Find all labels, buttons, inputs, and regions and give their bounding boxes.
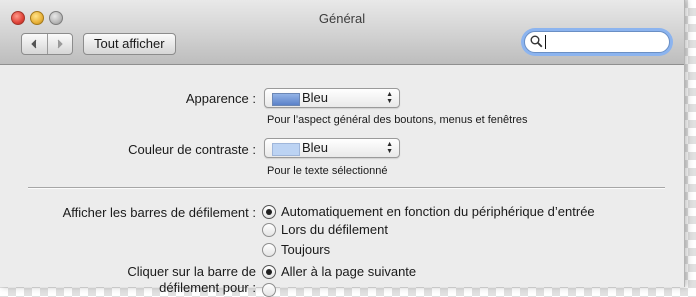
popup-arrows-icon: ▲ ▼ — [386, 91, 393, 105]
click-scrollbar-label: Cliquer sur la barre de défilement pour … — [127, 264, 256, 296]
appearance-hint: Pour l’aspect général des boutons, menus… — [267, 114, 528, 126]
scrollbars-option-always[interactable]: Toujours — [262, 242, 330, 257]
chevron-right-icon — [57, 39, 63, 49]
highlight-label: Couleur de contraste : — [128, 142, 256, 157]
preferences-window: Général Tout afficher Apparence : Bleu ▲… — [0, 0, 685, 297]
popup-arrows-icon: ▲ ▼ — [386, 141, 393, 155]
toolbar: Général Tout afficher — [0, 0, 684, 65]
radio-label: Aller à la page suivante — [281, 264, 417, 279]
radio-button[interactable] — [262, 242, 276, 257]
click-scrollbar-label-line1: Cliquer sur la barre de — [127, 264, 256, 279]
scrollbars-option-auto[interactable]: Automatiquement en fonction du périphéri… — [262, 204, 595, 219]
click-scrollbar-label-line2: défilement pour : — [159, 280, 256, 295]
radio-button[interactable] — [262, 283, 276, 297]
radio-label: Toujours — [281, 242, 331, 257]
highlight-swatch — [272, 143, 300, 156]
chevron-left-icon — [31, 39, 37, 49]
radio-button[interactable] — [262, 264, 276, 279]
appearance-popup[interactable]: Bleu ▲ ▼ — [264, 88, 400, 108]
scrollbars-label: Afficher les barres de défilement : — [62, 205, 256, 220]
highlight-value: Bleu — [302, 140, 329, 155]
highlight-hint: Pour le texte sélectionné — [267, 165, 388, 177]
general-pane: Apparence : Bleu ▲ ▼ Pour l’aspect généra… — [0, 65, 684, 297]
scrollbars-option-scrolling[interactable]: Lors du défilement — [262, 222, 388, 237]
radio-label: Lors du défilement — [281, 222, 388, 237]
forward-button[interactable] — [46, 34, 73, 54]
window-title: Général — [318, 11, 366, 26]
appearance-label: Apparence : — [185, 91, 256, 106]
text-caret — [545, 35, 546, 49]
click-scrollbar-option-next-page[interactable]: Aller à la page suivante — [262, 264, 416, 279]
appearance-swatch — [272, 93, 300, 106]
back-button[interactable] — [22, 34, 47, 54]
radio-button[interactable] — [262, 204, 276, 219]
search-field[interactable] — [524, 31, 670, 53]
appearance-value: Bleu — [302, 90, 329, 105]
section-divider — [28, 187, 665, 189]
click-scrollbar-option-second[interactable] — [262, 283, 281, 297]
show-all-button[interactable]: Tout afficher — [83, 33, 176, 55]
radio-button[interactable] — [262, 222, 276, 237]
highlight-popup[interactable]: Bleu ▲ ▼ — [264, 138, 400, 158]
radio-label: Automatiquement en fonction du périphéri… — [281, 204, 595, 219]
back-forward-control — [21, 33, 73, 55]
search-icon — [530, 35, 543, 48]
